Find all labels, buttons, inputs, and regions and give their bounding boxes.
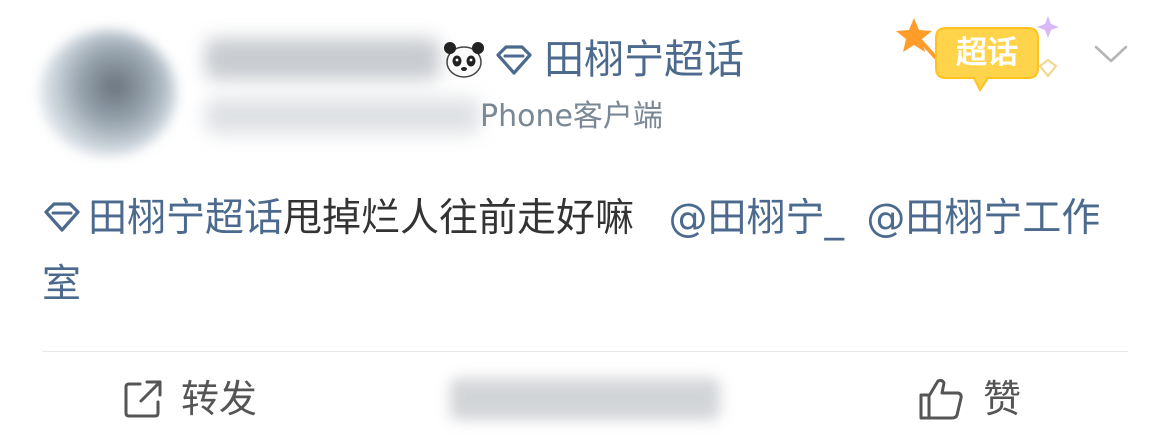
super-topic-badge[interactable]: 超话 — [888, 8, 1068, 98]
repost-button[interactable]: 转发 — [123, 374, 257, 424]
thumbs-up-icon — [919, 378, 963, 420]
action-bar: 转发 赞 — [0, 352, 1170, 441]
user-avatar[interactable] — [40, 30, 176, 156]
super-topic-link[interactable]: 田栩宁超话 — [494, 32, 744, 88]
post-meta-blurred — [205, 98, 480, 134]
repost-icon — [124, 380, 162, 418]
mention-link[interactable]: @田栩宁_ — [668, 196, 844, 241]
post-body-text: 甩掉烂人往前走好嘛 — [283, 196, 635, 241]
super-topic-name: 田栩宁超话 — [544, 37, 744, 83]
post-source: Phone客户端 — [480, 99, 663, 134]
like-label: 赞 — [983, 377, 1022, 421]
badge-label: 超话 — [956, 35, 1018, 71]
username-blurred[interactable] — [205, 38, 440, 80]
diamond-icon — [496, 45, 532, 75]
post-topic-link[interactable]: 田栩宁超话 — [42, 196, 283, 241]
chevron-down-icon[interactable] — [1093, 40, 1129, 68]
repost-label: 转发 — [181, 377, 258, 421]
post-topic-name: 田栩宁超话 — [88, 196, 284, 241]
panda-icon — [444, 42, 484, 78]
comment-button-blurred[interactable] — [450, 378, 720, 420]
post-content: 田栩宁超话甩掉烂人往前走好嘛 @田栩宁_ @田栩宁工作室 — [42, 186, 1127, 318]
like-button[interactable]: 赞 — [917, 374, 1021, 424]
diamond-icon — [44, 202, 80, 232]
